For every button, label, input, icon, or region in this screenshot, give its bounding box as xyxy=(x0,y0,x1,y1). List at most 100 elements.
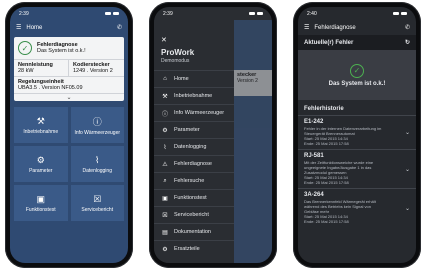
check-icon: ✓ xyxy=(18,41,32,55)
home-screen: 2:39 ☰ Home ✆ ✓ Fehlerdiagnose Das Syste… xyxy=(10,7,128,263)
system-ok-message: Das System ist o.k.! xyxy=(328,80,386,87)
chevron-down-icon[interactable]: ⌄ xyxy=(405,129,410,136)
chevron-down-icon[interactable]: ⌄ xyxy=(405,205,410,212)
menu-item-inbetriebnahme[interactable]: ⚒ Inbetriebnahme xyxy=(154,87,234,104)
system-card: ✓ Fehlerdiagnose Das System ist o.k.! Ne… xyxy=(14,37,124,101)
status-time: 2:39 xyxy=(163,10,173,17)
tile-funktionstest[interactable]: ▣ Funktionstest xyxy=(14,185,68,221)
fault-message: Das System ist o.k.! xyxy=(37,48,86,54)
menu-item-label: Parameter xyxy=(174,127,200,133)
fault-diagnosis-summary[interactable]: ✓ Fehlerdiagnose Das System ist o.k.! xyxy=(14,37,124,59)
side-menu: ✕ ProWork Demomodus ⌂ Home ⚒ Inbetriebnahm… xyxy=(154,20,234,263)
warning-icon: ⚠ xyxy=(162,161,168,168)
report-icon: ☒ xyxy=(93,193,102,204)
menu-item-fehlersuche[interactable]: ⌕ Fehlersuche xyxy=(154,172,234,189)
phone-home: 2:39 ☰ Home ✆ ✓ Fehlerdiagnose Das Syste… xyxy=(5,2,133,268)
history-item[interactable]: RJ-581 Mit der Zeitfunktionsweiche wurde… xyxy=(298,149,416,188)
chevron-down-icon[interactable]: ⌄ xyxy=(405,166,410,173)
commissioning-icon: ⚒ xyxy=(36,115,45,126)
menu-item-label: Info Wärmeerzeuger xyxy=(174,110,225,116)
function-test-icon: ▣ xyxy=(36,193,45,204)
tile-datenlogging[interactable]: ⌇ Datenlogging xyxy=(70,146,124,182)
refresh-icon[interactable]: ↻ xyxy=(405,39,410,46)
fault-history-label: Fehlerhistorie xyxy=(304,106,344,112)
current-faults-header: Aktuelle(r) Fehler ↻ xyxy=(298,35,416,50)
tile-label: Inbetriebnahme xyxy=(23,128,59,135)
info-heat-icon: ⓘ xyxy=(161,111,168,118)
app-header: ☰ Home ✆ xyxy=(10,20,128,35)
status-time: 2:39 xyxy=(19,10,29,17)
menu-item-label: Funktionstest xyxy=(174,195,207,201)
status-indicators xyxy=(249,12,263,15)
tile-info-waermeerzeuger[interactable]: ⓘ Info Wärmeerzeuger xyxy=(70,107,124,143)
phone-fault-diagnosis: 2:40 ☰ Fehlerdiagnose ✆ Aktuelle(r) Fehl… xyxy=(293,2,421,268)
current-faults-label: Aktuelle(r) Fehler xyxy=(304,39,354,46)
menu-item-servicebericht[interactable]: ☒ Servicebericht xyxy=(154,206,234,223)
bg-label: Version 2 xyxy=(237,78,258,84)
status-indicators xyxy=(393,12,407,15)
fault-description: Mit der Zeitfunktionsweiche wurde eine un… xyxy=(304,160,374,185)
phone-icon[interactable]: ✆ xyxy=(405,24,410,31)
regulator-info: Regelungseinheit UBA3.5 . Version NF05.0… xyxy=(14,76,124,93)
parameter-icon: ⚙ xyxy=(162,127,168,134)
fault-code: 3A-264 xyxy=(304,192,324,198)
status-bar: 2:39 xyxy=(154,7,272,20)
tile-parameter[interactable]: ⚙ Parameter xyxy=(14,146,68,182)
menu-item-home[interactable]: ⌂ Home xyxy=(154,70,234,87)
tile-servicebericht[interactable]: ☒ Servicebericht xyxy=(70,185,124,221)
status-time: 2:40 xyxy=(307,10,317,17)
history-item[interactable]: 3A-264 Das Brennerkennfeld Wärmegerät er… xyxy=(298,188,416,227)
menu-item-label: Servicebericht xyxy=(174,212,209,218)
phone-icon[interactable]: ✆ xyxy=(117,24,122,31)
system-ok-panel: ✓ Das System ist o.k.! xyxy=(298,50,416,100)
parts-icon: ⚙ xyxy=(162,246,168,253)
menu-item-label: Ersatzteile xyxy=(174,246,200,252)
search-icon: ⌕ xyxy=(163,177,167,184)
menu-item-label: Fehlerdiagnose xyxy=(174,161,212,167)
chevron-down-icon[interactable]: ⌄ xyxy=(14,93,124,101)
tile-inbetriebnahme[interactable]: ⚒ Inbetriebnahme xyxy=(14,107,68,143)
info-heat-icon: ⓘ xyxy=(92,116,102,127)
commissioning-icon: ⚒ xyxy=(162,93,168,100)
status-bar: 2:40 xyxy=(298,7,416,20)
menu-item-dokumentation[interactable]: ▤ Dokumentation xyxy=(154,223,234,240)
tile-label: Info Wärmeerzeuger xyxy=(74,129,121,136)
history-item[interactable]: E1-242 Fehler in der internen Datenverar… xyxy=(298,115,416,149)
menu-icon[interactable]: ☰ xyxy=(304,24,309,31)
menu-icon[interactable]: ☰ xyxy=(16,24,21,31)
menu-screen: 2:39 stecker Version 2 ✕ ProWork Demomod… xyxy=(154,7,272,263)
page-title: Fehlerdiagnose xyxy=(314,24,356,31)
tile-label: Datenlogging xyxy=(82,167,112,174)
menu-item-parameter[interactable]: ⚙ Parameter xyxy=(154,121,234,138)
fault-code: E1-242 xyxy=(304,119,324,125)
menu-item-datenlogging[interactable]: ⌇ Datenlogging xyxy=(154,138,234,155)
status-bar: 2:39 xyxy=(10,7,128,20)
menu-item-label: Datenlogging xyxy=(174,144,207,150)
close-icon[interactable]: ✕ xyxy=(161,36,167,44)
home-icon: ⌂ xyxy=(163,76,167,82)
menu-item-label: Fehlersuche xyxy=(174,178,205,184)
menu-item-label: Inbetriebnahme xyxy=(174,93,213,99)
info-grid: Nennleistung 28 kW Kodierstecker 1249 . Ve… xyxy=(14,59,124,76)
menu-item-label: Dokumentation xyxy=(174,229,211,235)
fault-description: Das Brennerkennfeld Wärmegerät erhält wäh… xyxy=(304,199,376,224)
regulator-value: UBA3.5 . Version NF05.09 xyxy=(18,85,83,91)
menu-item-fehlerdiagnose[interactable]: ⚠ Fehlerdiagnose xyxy=(154,155,234,172)
menu-item-label: Home xyxy=(174,76,189,82)
menu-item-info-waermeerzeuger[interactable]: ⓘ Info Wärmeerzeuger xyxy=(154,104,234,121)
info-value: 28 kW xyxy=(18,68,34,74)
background-home-preview: stecker Version 2 xyxy=(234,20,272,263)
tile-label: Parameter xyxy=(29,167,53,174)
tile-label: Servicebericht xyxy=(81,206,114,213)
tile-label: Funktionstest xyxy=(25,206,56,213)
status-indicators xyxy=(105,12,119,15)
menu-item-ersatzteile[interactable]: ⚙ Ersatzteile xyxy=(154,240,234,257)
fault-description: Fehler in der internen Datenverarbeitung… xyxy=(304,126,382,146)
page-title: Home xyxy=(26,24,43,31)
menu-item-funktionstest[interactable]: ▣ Funktionstest xyxy=(154,189,234,206)
function-test-icon: ▣ xyxy=(162,195,168,202)
fault-diagnosis-screen: 2:40 ☰ Fehlerdiagnose ✆ Aktuelle(r) Fehl… xyxy=(298,7,416,263)
check-icon: ✓ xyxy=(350,63,364,78)
chart-icon: ⌇ xyxy=(163,144,167,151)
chart-icon: ⌇ xyxy=(95,154,100,165)
